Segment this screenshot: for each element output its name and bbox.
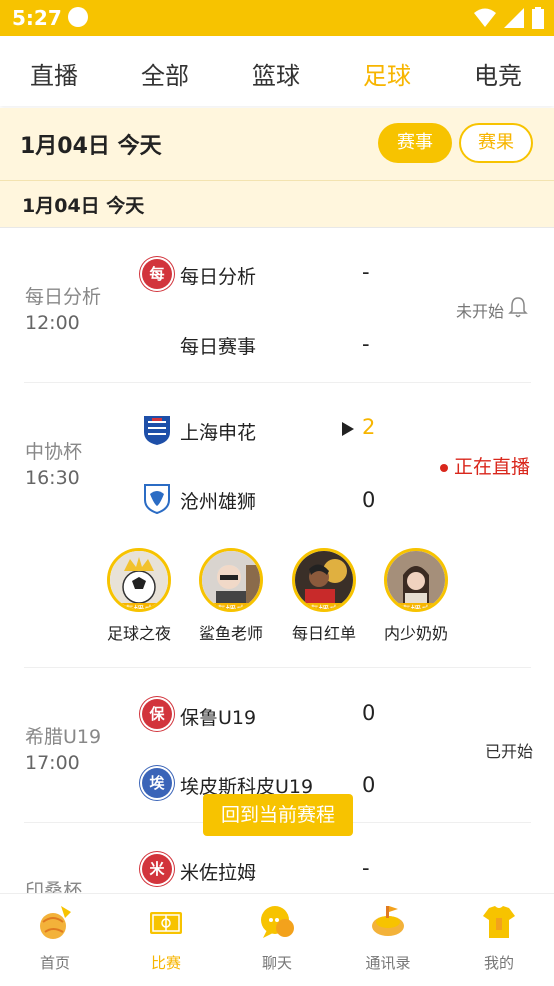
streamer-name: 足球之夜 [106,624,171,643]
shanghai-shenhua-logo-icon [144,416,170,445]
nav-label: 首页 [39,954,70,972]
signal-icon [504,8,524,28]
nav-label: 比赛 [150,954,181,972]
pitch-icon [150,912,182,934]
nav-home[interactable]: 首页 [15,902,95,973]
date-header: 1月04日 今天 赛事 赛果 [0,108,554,180]
home-team: 上海申花 [180,422,257,444]
divider [24,667,531,668]
home-team: 米佐拉姆 [180,862,257,884]
avatar: 直播中 [199,548,263,612]
team-logo: 米 [142,854,172,884]
notification-dot-icon [68,7,88,27]
home-score: 0 [362,701,376,725]
streamer-card[interactable]: 直播中 每日红单 [284,548,364,644]
stadium-icon [372,906,404,936]
bottom-nav: 首页 比赛 聊天 通讯录 我的 [0,893,554,986]
wifi-icon [474,8,496,27]
home-score: - [362,260,370,284]
live-badge: 直播中 [111,603,167,609]
bell-icon[interactable] [508,296,528,318]
streamer-name: 每日红单 [291,624,356,643]
live-status: 正在直播 [439,452,530,479]
team-logo: 保 [142,699,172,729]
tab-football[interactable]: 足球 [363,56,411,91]
status-bar: 5:27 [0,0,554,36]
date-title: 1月04日 今天 [20,134,162,159]
team-logo: 每 [142,259,172,289]
streamer-name: 内少奶奶 [383,624,448,643]
league-name: 中协杯 [25,441,83,463]
back-to-current-button[interactable]: 回到当前赛程 [203,794,353,836]
home-score: 2 [362,415,376,439]
tab-esports[interactable]: 电竞 [474,56,522,91]
play-icon [342,422,354,436]
match-status: 已开始 [485,742,534,761]
streamer-card[interactable]: 直播中 足球之夜 [99,548,179,644]
avatar: 直播中 [384,548,448,612]
avatar: 直播中 [292,548,356,612]
league-name: 希腊U19 [25,726,102,748]
nav-label: 通讯录 [365,954,411,972]
match-status: 未开始 [456,302,505,321]
team-logo: 埃 [142,768,172,798]
tab-all[interactable]: 全部 [141,56,189,91]
league-name: 每日分析 [25,286,102,308]
sub-date-label: 1月04日 今天 [22,195,145,217]
jersey-icon [483,906,515,938]
nav-profile[interactable]: 我的 [459,902,539,973]
results-button[interactable]: 赛果 [459,123,533,163]
cangzhou-lions-logo-icon [144,484,170,514]
nav-contacts[interactable]: 通讯录 [348,902,428,973]
streamer-card[interactable]: 直播中 内少奶奶 [376,548,456,644]
home-team: 保鲁U19 [180,707,257,729]
match-time: 17:00 [25,752,80,774]
home-team: 每日分析 [180,266,257,288]
live-badge: 直播中 [203,603,259,609]
live-dot-icon [439,463,448,472]
tab-live[interactable]: 直播 [30,56,78,91]
away-team: 沧州雄狮 [180,491,257,513]
home-score: - [362,856,370,880]
away-score: - [362,332,370,356]
sport-tabs: 直播 全部 篮球 足球 电竞 [0,36,554,106]
chat-icon [261,906,294,938]
sub-date-header: 1月04日 今天 [0,180,554,228]
battery-icon [532,7,544,29]
away-team: 每日赛事 [180,336,257,358]
avatar: 直播中 [107,548,171,612]
events-button[interactable]: 赛事 [378,123,452,163]
streamer-name: 鲨鱼老师 [198,624,263,643]
away-score: 0 [362,488,376,512]
nav-chat[interactable]: 聊天 [237,902,317,973]
clock: 5:27 [12,6,62,30]
live-badge: 直播中 [388,603,444,609]
match-time: 16:30 [25,467,80,489]
divider [24,382,531,383]
tab-basketball[interactable]: 篮球 [252,56,300,91]
match-time: 12:00 [25,312,80,334]
streamer-card[interactable]: 直播中 鲨鱼老师 [191,548,271,644]
nav-label: 聊天 [261,954,292,972]
nav-label: 我的 [483,954,514,972]
home-icon [40,906,71,939]
live-badge: 直播中 [296,603,352,609]
away-score: 0 [362,773,376,797]
nav-match[interactable]: 比赛 [126,902,206,973]
